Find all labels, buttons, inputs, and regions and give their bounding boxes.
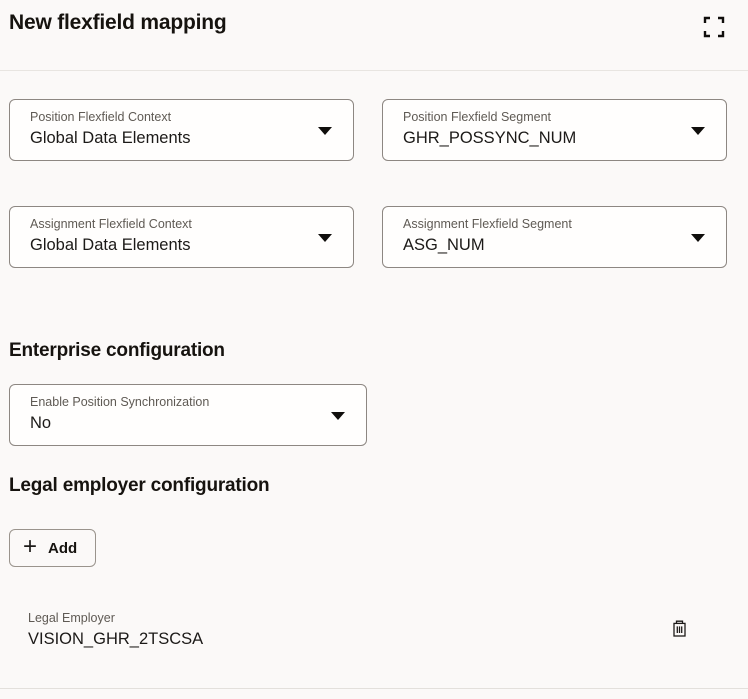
- legal-employer-value: VISION_GHR_2TSCSA: [28, 630, 203, 649]
- add-button-label: Add: [48, 540, 77, 557]
- expand-icon: [703, 26, 725, 41]
- legal-employer-configuration-heading: Legal employer configuration: [9, 475, 727, 497]
- field-label: Position Flexfield Segment: [403, 110, 682, 126]
- bottom-divider: [0, 688, 748, 689]
- assignment-flexfield-segment-select[interactable]: Assignment Flexfield Segment ASG_NUM: [382, 206, 727, 268]
- dropdown-arrow-icon[interactable]: [318, 127, 332, 135]
- legal-employer-label: Legal Employer: [28, 611, 203, 627]
- assignment-flexfield-context-select[interactable]: Assignment Flexfield Context Global Data…: [9, 206, 354, 268]
- dropdown-arrow-icon[interactable]: [691, 127, 705, 135]
- field-value: ASG_NUM: [403, 235, 682, 256]
- form-body: Position Flexfield Context Global Data E…: [0, 99, 748, 649]
- add-legal-employer-button[interactable]: + Add: [9, 529, 96, 567]
- page-title: New flexfield mapping: [9, 11, 227, 35]
- enable-position-synchronization-select[interactable]: Enable Position Synchronization No: [9, 384, 367, 446]
- field-value: No: [30, 413, 322, 434]
- field-value: Global Data Elements: [30, 128, 309, 149]
- flexfield-mapping-grid: Position Flexfield Context Global Data E…: [9, 99, 727, 268]
- dropdown-arrow-icon[interactable]: [331, 412, 345, 420]
- page-header: New flexfield mapping: [0, 0, 748, 71]
- delete-legal-employer-button[interactable]: [669, 617, 690, 643]
- legal-employer-field: Legal Employer VISION_GHR_2TSCSA: [28, 611, 203, 649]
- field-value: GHR_POSSYNC_NUM: [403, 128, 682, 149]
- position-flexfield-segment-select[interactable]: Position Flexfield Segment GHR_POSSYNC_N…: [382, 99, 727, 161]
- dropdown-arrow-icon[interactable]: [691, 234, 705, 242]
- trash-icon: [671, 626, 688, 641]
- field-label: Assignment Flexfield Context: [30, 217, 309, 233]
- expand-button[interactable]: [701, 14, 727, 43]
- field-value: Global Data Elements: [30, 235, 309, 256]
- plus-icon: +: [23, 535, 37, 559]
- enterprise-configuration-heading: Enterprise configuration: [9, 340, 727, 362]
- position-flexfield-context-select[interactable]: Position Flexfield Context Global Data E…: [9, 99, 354, 161]
- dropdown-arrow-icon[interactable]: [318, 234, 332, 242]
- field-label: Position Flexfield Context: [30, 110, 309, 126]
- field-label: Enable Position Synchronization: [30, 395, 322, 411]
- field-label: Assignment Flexfield Segment: [403, 217, 682, 233]
- legal-employer-row: Legal Employer VISION_GHR_2TSCSA: [28, 611, 690, 649]
